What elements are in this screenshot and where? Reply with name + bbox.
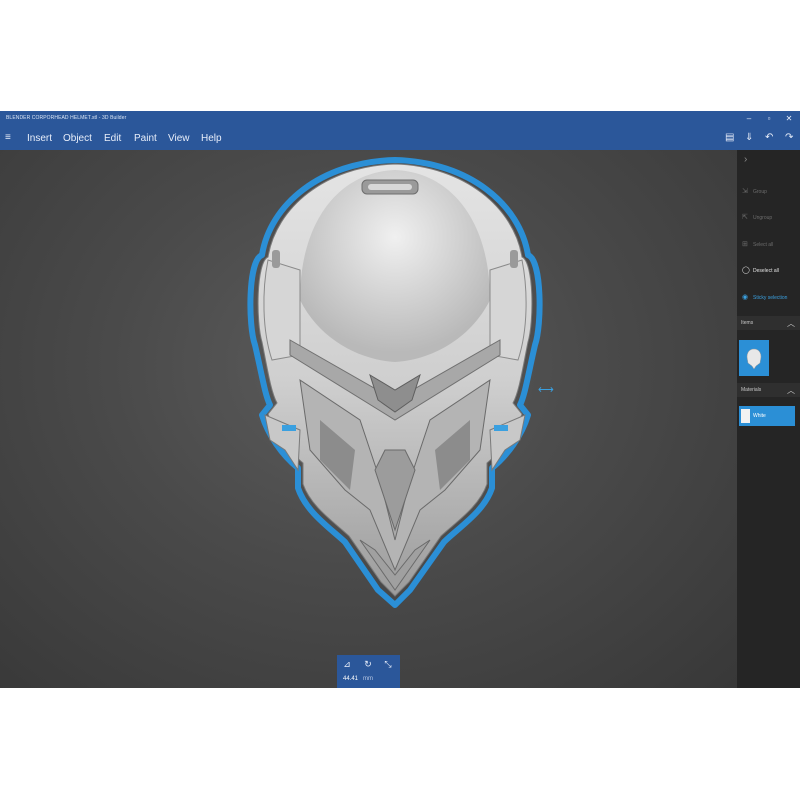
hamburger-menu-icon[interactable]: ≡ [5,132,11,143]
minimize-button[interactable]: – [742,113,756,125]
select-all-label: Select all [753,242,774,248]
rotate-icon[interactable]: ↻ [362,659,374,670]
group-icon: ⇲ [742,188,748,195]
menu-paint[interactable]: Paint [134,133,157,144]
materials-section-header[interactable]: Materials ︿ [737,383,800,397]
deselect-all-label: Deselect all [753,268,779,274]
undo-icon[interactable]: ↶ [765,132,773,143]
chevron-up-icon: ︿ [787,319,795,328]
object-side-panel: › ⇲ Group ⇱ Ungroup ⊞ Select all ◯ Deselect … [737,150,800,688]
group-action[interactable]: ⇲ Group [742,187,767,199]
size-value-field[interactable]: 44.41 [343,676,358,682]
menu-help[interactable]: Help [201,133,222,144]
select-all-icon: ⊞ [742,241,748,248]
group-label: Group [753,189,767,195]
ungroup-icon: ⇱ [742,214,748,221]
menu-bar: ≡ Insert Object Edit Paint View Help ▤ ⇓… [0,127,800,150]
title-bar: BLENDER CORPORHEAD HELMET.stl - 3D Build… [0,111,800,127]
app-window: BLENDER CORPORHEAD HELMET.stl - 3D Build… [0,111,800,688]
save-icon[interactable]: ▤ [725,132,734,143]
helmet-model[interactable] [0,150,737,688]
materials-header-label: Materials [741,387,762,393]
deselect-all-icon: ◯ [742,267,750,274]
chevron-up-icon: ︿ [787,386,795,395]
download-icon[interactable]: ⇓ [745,132,753,143]
maximize-button[interactable]: ▫ [762,113,776,125]
3d-viewport[interactable]: ⟷ ⊿ ↻ ⤡ 44.41 mm [0,150,737,688]
resize-arrow-icon[interactable]: ⟷ [538,383,554,396]
collapse-panel-icon[interactable]: › [744,154,747,165]
redo-icon[interactable]: ↷ [785,132,793,143]
material-label: White [753,413,766,419]
menu-edit[interactable]: Edit [104,133,121,144]
sticky-selection-icon: ◉ [742,294,749,301]
items-section-header[interactable]: Items ︿ [737,316,800,330]
sticky-selection-action[interactable]: ◉ Sticky selection [742,293,787,305]
deselect-all-action[interactable]: ◯ Deselect all [742,266,779,278]
transform-panel: ⊿ ↻ ⤡ 44.41 mm [337,655,400,688]
size-unit-label: mm [363,676,373,682]
sticky-selection-label: Sticky selection [753,295,788,301]
material-white-item[interactable]: White [739,406,795,426]
ungroup-action[interactable]: ⇱ Ungroup [742,213,772,225]
window-title: BLENDER CORPORHEAD HELMET.stl - 3D Build… [6,115,127,121]
helmet-thumbnail-icon [746,348,762,370]
close-button[interactable]: ✕ [782,113,796,125]
material-swatch [741,409,750,423]
item-thumbnail[interactable] [739,340,769,376]
select-all-action[interactable]: ⊞ Select all [742,240,773,252]
menu-object[interactable]: Object [63,133,92,144]
ungroup-label: Ungroup [753,215,773,221]
items-header-label: Items [741,320,754,326]
menu-insert[interactable]: Insert [27,133,52,144]
scale-icon[interactable]: ⤡ [382,659,394,670]
move-icon[interactable]: ⊿ [341,659,353,670]
menu-view[interactable]: View [168,133,190,144]
